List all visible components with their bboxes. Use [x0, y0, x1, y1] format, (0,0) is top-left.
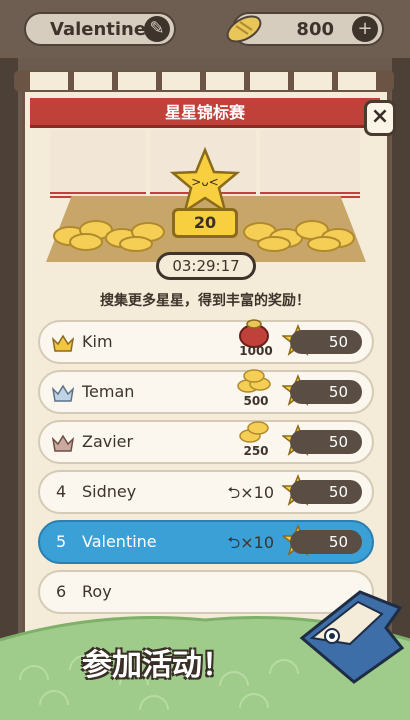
star-score: 50: [290, 430, 362, 454]
event-title: 星星锦标赛: [164, 103, 245, 122]
silver-crown-icon: [52, 384, 74, 402]
leaderboard-row-current-player[interactable]: 5 Valentine ⮌×10 50: [38, 520, 374, 564]
gold-crown-icon: [52, 334, 74, 352]
curtain-rod-stripes: [30, 72, 380, 90]
star-score: 50: [290, 330, 362, 354]
undo-reward: ⮌×10: [227, 532, 274, 559]
undo-icon: ⮌: [227, 483, 241, 502]
undo-reward: ⮌×10: [227, 482, 274, 509]
player-name-pill[interactable]: Valentine ✎: [24, 12, 176, 46]
player-name: Zavier: [82, 432, 134, 451]
coin-amount: 800: [296, 19, 334, 40]
star-trophy-icon: >ᴗ<: [170, 146, 240, 214]
rank-number: 4: [56, 482, 67, 501]
curtain-left: [50, 130, 146, 198]
coin-pile-left-icon: [53, 220, 165, 252]
plus-icon[interactable]: +: [352, 16, 378, 42]
star-count: 20: [172, 208, 238, 238]
player-name: Valentine: [50, 19, 147, 40]
curtain-right: [260, 130, 360, 198]
player-name: Sidney: [82, 482, 137, 501]
coin-bar-icon: [226, 15, 262, 43]
top-bar: Valentine ✎ 800 +: [0, 0, 410, 58]
leaderboard-row[interactable]: 4 Sidney ⮌×10 50: [38, 470, 374, 514]
reward-amount: 250: [243, 444, 269, 458]
coin-balance-pill[interactable]: 800 +: [226, 12, 384, 46]
rank-number: 6: [56, 582, 67, 601]
event-timer: 03:29:17: [156, 252, 256, 280]
reward-amount: ×10: [240, 483, 274, 502]
player-name: Teman: [82, 382, 135, 401]
leaderboard-row[interactable]: Zavier 250 50: [38, 420, 374, 464]
player-name: Roy: [82, 582, 112, 601]
undo-icon: ⮌: [227, 533, 241, 552]
leaderboard-row[interactable]: Kim 1000 50: [38, 319, 374, 364]
koinobori-fish-icon: [299, 590, 405, 684]
svg-text:>ᴗ<: >ᴗ<: [191, 175, 218, 189]
star-score: 50: [290, 480, 362, 504]
player-name: Kim: [82, 332, 113, 351]
reward-amount: 500: [243, 394, 269, 408]
rank-number: 5: [56, 532, 67, 551]
close-icon: ×: [370, 104, 390, 129]
reward-amount: ×10: [240, 533, 274, 552]
star-score: 50: [290, 380, 362, 404]
coin-pile-right-icon: [243, 220, 355, 252]
leaderboard-row[interactable]: Teman 500 50: [38, 369, 374, 414]
player-name: Valentine: [82, 532, 157, 551]
reward-amount: 1000: [239, 344, 273, 358]
star-score: 50: [290, 530, 362, 554]
close-button[interactable]: ×: [364, 100, 396, 136]
left-shadow: [0, 58, 18, 678]
join-event-button[interactable]: 参加活动！: [82, 640, 232, 684]
pencil-icon[interactable]: ✎: [144, 16, 170, 42]
bronze-crown-icon: [52, 434, 74, 452]
event-subtitle: 搜集更多星星，得到丰富的奖励！: [100, 293, 310, 309]
